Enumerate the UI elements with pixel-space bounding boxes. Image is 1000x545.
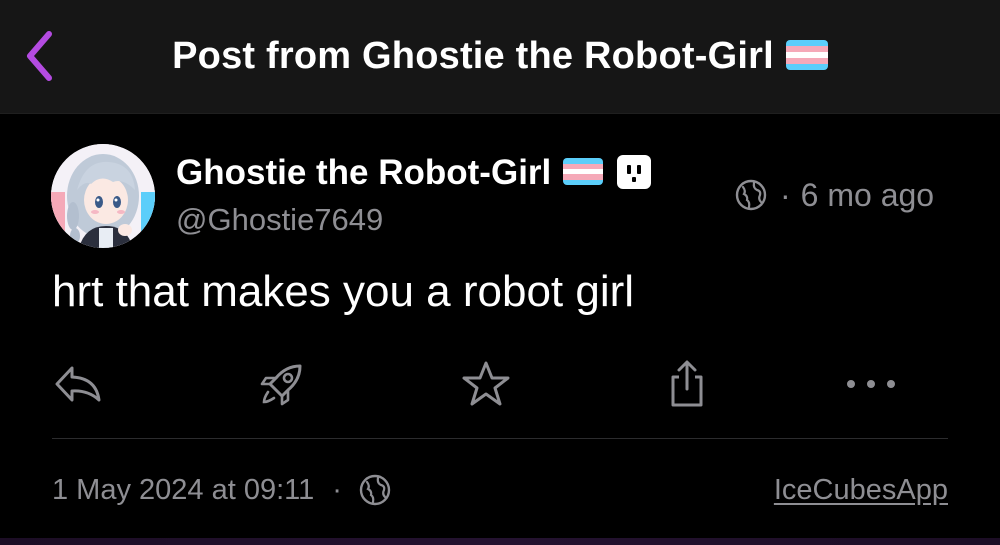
share-icon <box>671 360 703 407</box>
post-timestamp: 1 May 2024 at 09:11 <box>52 473 315 506</box>
bottom-edge <box>0 538 1000 545</box>
client-app-link[interactable]: IceCubesApp <box>774 468 948 512</box>
post-content: hrt that makes you a robot girl <box>52 267 635 316</box>
star-icon <box>462 361 510 406</box>
reply-icon <box>55 366 101 402</box>
author-name[interactable]: Ghostie the Robot-Girl <box>176 152 652 194</box>
post-footer-meta: 1 May 2024 at 09:11 · <box>52 468 392 512</box>
avatar[interactable] <box>51 144 155 248</box>
author-display-name: Ghostie the Robot-Girl <box>176 153 552 192</box>
globe-icon <box>735 179 767 211</box>
globe-icon <box>359 474 391 506</box>
power-plug-icon <box>617 154 652 189</box>
rocket-icon <box>260 364 302 406</box>
reply-button[interactable] <box>50 356 106 412</box>
ellipsis-icon <box>847 380 895 388</box>
relative-time: 6 mo ago <box>800 176 935 213</box>
transgender-flag-icon <box>785 39 828 70</box>
navigation-bar: Post from Ghostie the Robot-Girl <box>0 0 1000 114</box>
page-title-text: Post from Ghostie the Robot-Girl <box>172 35 774 77</box>
footer-separator: · <box>332 473 342 506</box>
favorite-button[interactable] <box>458 356 514 412</box>
author-handle[interactable]: @Ghostie7649 <box>176 200 383 240</box>
share-button[interactable] <box>659 356 715 412</box>
avatar-image <box>51 144 155 248</box>
more-button[interactable] <box>843 356 899 412</box>
transgender-flag-icon <box>563 158 604 186</box>
page-title: Post from Ghostie the Robot-Girl <box>0 33 1000 79</box>
meta-separator: · <box>780 176 791 213</box>
post-meta: · 6 mo ago <box>734 174 934 216</box>
divider <box>52 438 948 439</box>
boost-button[interactable] <box>254 356 310 412</box>
